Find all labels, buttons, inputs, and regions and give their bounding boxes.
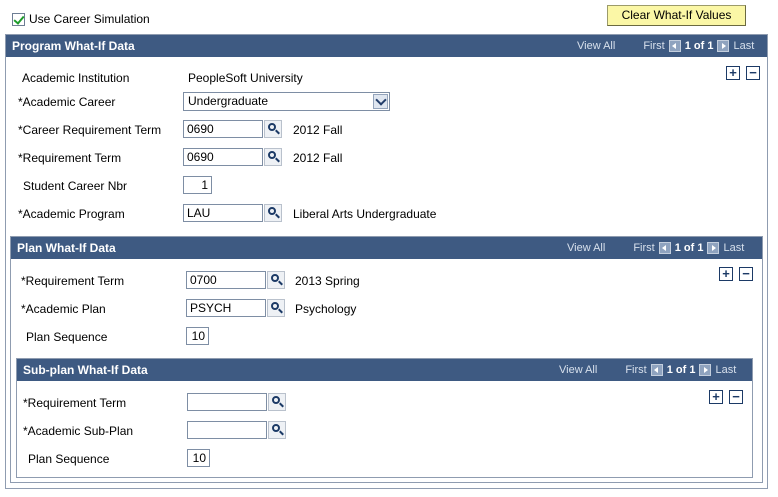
program-last-link[interactable]: Last	[733, 40, 754, 52]
academic-career-select[interactable]: Undergraduate	[183, 92, 390, 111]
plan-requirement-term-lookup-icon[interactable]	[267, 271, 285, 289]
student-career-nbr-input[interactable]: 1	[183, 176, 212, 194]
program-what-if-title: Program What-If Data	[12, 39, 135, 53]
plan-requirement-term-input[interactable]: 0700	[186, 271, 266, 289]
academic-subplan-label: *Academic Sub-Plan	[23, 424, 134, 438]
plan-what-if-header: Plan What-If Data View All First 1 of 1 …	[11, 237, 762, 259]
plan-first-link[interactable]: First	[633, 242, 654, 254]
career-requirement-term-desc: 2012 Fall	[293, 123, 343, 137]
subplan-next-icon[interactable]	[699, 364, 712, 376]
plan-row-counter: 1 of 1	[674, 242, 704, 254]
plan-what-if-title: Plan What-If Data	[17, 241, 116, 255]
use-career-simulation-label: Use Career Simulation	[29, 12, 150, 26]
subplan-row-counter: 1 of 1	[666, 364, 696, 376]
academic-subplan-input[interactable]	[187, 421, 267, 439]
requirement-term-input[interactable]: 0690	[183, 148, 263, 166]
plan-what-if-panel: Plan What-If Data View All First 1 of 1 …	[10, 236, 763, 483]
requirement-term-desc: 2012 Fall	[293, 151, 343, 165]
requirement-term-lookup-icon[interactable]	[264, 148, 282, 166]
subplan-what-if-header: Sub-plan What-If Data View All First 1 o…	[17, 359, 752, 381]
subplan-delete-row-button[interactable]: −	[729, 390, 743, 404]
plan-nav: View All First 1 of 1 Last	[567, 242, 744, 254]
program-nav: View All First 1 of 1 Last	[577, 40, 754, 52]
subplan-view-all-link[interactable]: View All	[559, 364, 597, 376]
plan-sequence-input[interactable]: 10	[186, 327, 209, 345]
program-next-icon[interactable]	[717, 40, 730, 52]
plan-requirement-term-label: *Requirement Term	[21, 274, 125, 288]
subplan-add-row-button[interactable]: +	[709, 390, 723, 404]
subplan-requirement-term-lookup-icon[interactable]	[268, 393, 286, 411]
career-requirement-term-input[interactable]: 0690	[183, 120, 263, 138]
subplan-nav: View All First 1 of 1 Last	[559, 364, 736, 376]
subplan-what-if-title: Sub-plan What-If Data	[23, 363, 148, 377]
academic-program-label: *Academic Program	[18, 207, 125, 221]
subplan-what-if-panel: Sub-plan What-If Data View All First 1 o…	[16, 358, 753, 478]
subplan-sequence-input[interactable]: 10	[187, 449, 210, 467]
use-career-simulation-checkbox[interactable]	[12, 12, 25, 26]
subplan-requirement-term-label: *Requirement Term	[23, 396, 127, 410]
plan-view-all-link[interactable]: View All	[567, 242, 605, 254]
academic-plan-label: *Academic Plan	[21, 302, 106, 316]
academic-plan-input[interactable]: PSYCH	[186, 299, 266, 317]
institution-label: Academic Institution	[22, 71, 130, 85]
program-row-counter: 1 of 1	[684, 40, 714, 52]
program-what-if-panel: Program What-If Data View All First 1 of…	[5, 34, 768, 489]
plan-delete-row-button[interactable]: −	[739, 267, 753, 281]
subplan-last-link[interactable]: Last	[715, 364, 736, 376]
academic-program-desc: Liberal Arts Undergraduate	[293, 207, 437, 221]
academic-career-label: *Academic Career	[18, 95, 116, 109]
academic-plan-desc: Psychology	[295, 302, 357, 316]
subplan-first-link[interactable]: First	[625, 364, 646, 376]
program-what-if-header: Program What-If Data View All First 1 of…	[6, 35, 767, 57]
program-first-link[interactable]: First	[643, 40, 664, 52]
academic-program-input[interactable]: LAU	[183, 204, 263, 222]
plan-add-row-button[interactable]: +	[719, 267, 733, 281]
student-career-nbr-label: Student Career Nbr	[23, 179, 128, 193]
plan-last-link[interactable]: Last	[723, 242, 744, 254]
career-requirement-term-lookup-icon[interactable]	[264, 120, 282, 138]
plan-next-icon[interactable]	[707, 242, 720, 254]
chevron-down-icon[interactable]	[373, 94, 388, 109]
subplan-sequence-label: Plan Sequence	[28, 452, 110, 466]
academic-program-lookup-icon[interactable]	[264, 204, 282, 222]
plan-sequence-label: Plan Sequence	[26, 330, 108, 344]
plan-requirement-term-desc: 2013 Spring	[295, 274, 360, 288]
program-view-all-link[interactable]: View All	[577, 40, 615, 52]
check-icon	[13, 12, 25, 25]
subplan-requirement-term-input[interactable]	[187, 393, 267, 411]
plan-prev-icon[interactable]	[658, 242, 671, 254]
program-prev-icon[interactable]	[668, 40, 681, 52]
use-career-simulation-row: Use Career Simulation	[12, 12, 150, 26]
academic-plan-lookup-icon[interactable]	[267, 299, 285, 317]
program-add-row-button[interactable]: +	[726, 66, 740, 80]
clear-what-if-button[interactable]: Clear What-If Values	[607, 5, 746, 26]
requirement-term-label: *Requirement Term	[18, 151, 122, 165]
academic-subplan-lookup-icon[interactable]	[268, 421, 286, 439]
institution-value: PeopleSoft University	[188, 71, 303, 85]
subplan-prev-icon[interactable]	[650, 364, 663, 376]
program-delete-row-button[interactable]: −	[746, 66, 760, 80]
career-requirement-term-label: *Career Requirement Term	[18, 123, 162, 137]
academic-career-value: Undergraduate	[188, 94, 269, 108]
